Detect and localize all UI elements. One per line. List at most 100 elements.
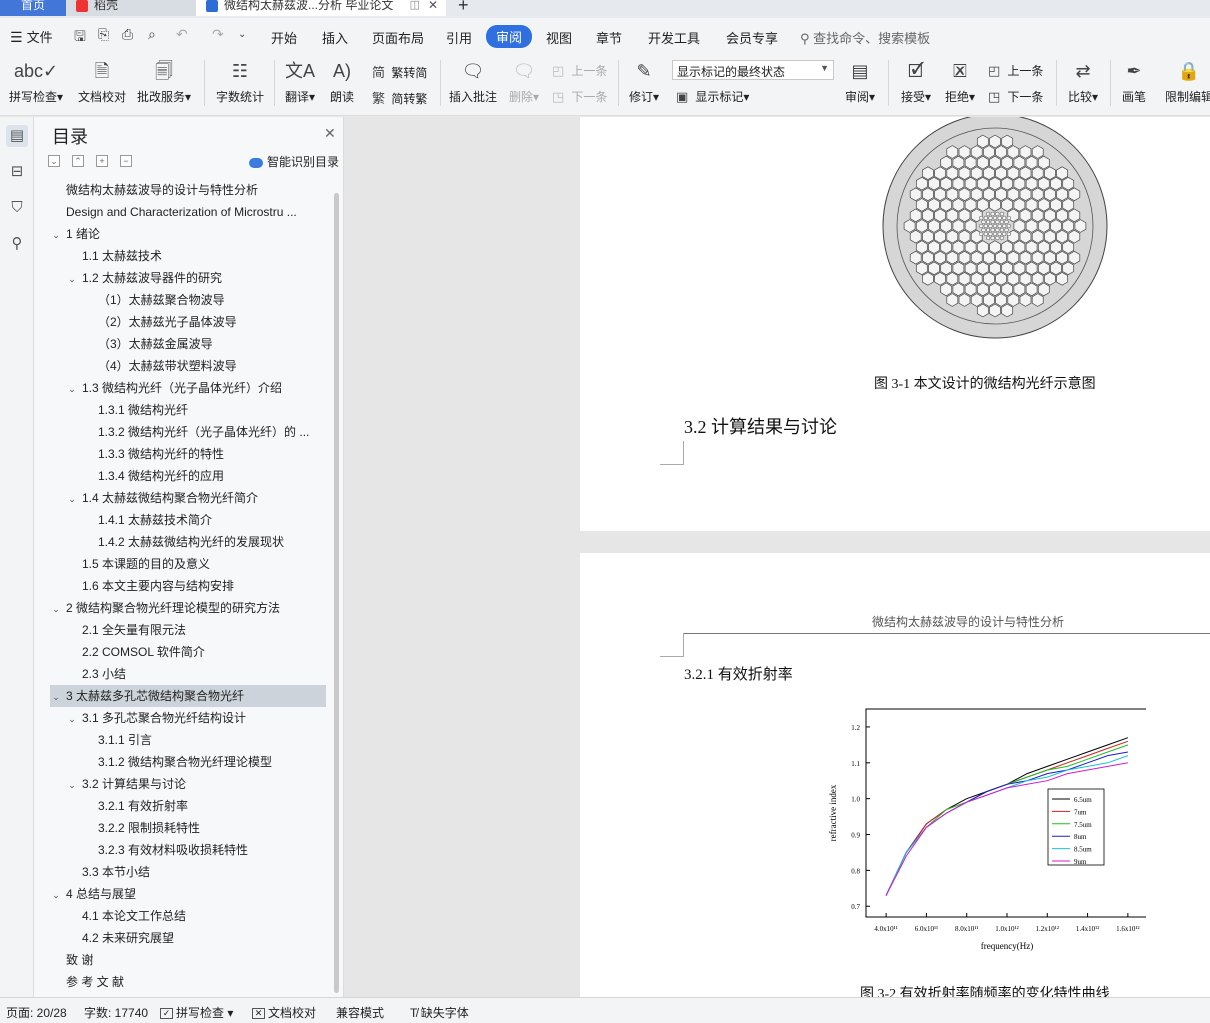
menu-view[interactable]: 视图 <box>546 28 572 47</box>
to-simplified-button[interactable]: 繁 简转繁 <box>372 88 427 107</box>
to-traditional-button[interactable]: 简 繁转简 <box>372 62 427 81</box>
redo-icon[interactable]: ↷ <box>212 26 224 43</box>
menu-references[interactable]: 引用 <box>446 28 472 47</box>
chevron-down-icon[interactable]: ⌄ <box>50 686 62 707</box>
word-count-status[interactable]: 字数: 17740 <box>84 1004 148 1021</box>
expand-level-icon[interactable]: + <box>96 155 108 167</box>
toc-item[interactable]: Design and Characterization of Microstru… <box>50 201 326 223</box>
toc-item[interactable]: 致 谢 <box>50 949 326 971</box>
tab-daoke[interactable]: 稻壳 <box>66 0 196 16</box>
toc-item[interactable]: （4）太赫兹带状塑料波导 <box>50 355 326 377</box>
pen-button[interactable]: ✒ 画笔 <box>1116 56 1152 105</box>
chevron-down-icon[interactable]: ⌄ <box>66 268 78 289</box>
toc-item[interactable]: 1.6 本文主要内容与结构安排 <box>50 575 326 597</box>
chevron-down-icon[interactable]: ⌄ <box>50 224 62 245</box>
next-change-button[interactable]: ◳ 下一条 <box>988 88 1043 105</box>
revise-button[interactable]: ✎ 修订▾ <box>624 56 664 105</box>
toc-item[interactable]: （2）太赫兹光子晶体波导 <box>50 311 326 333</box>
print-preview-icon[interactable]: ⌕ <box>148 26 156 43</box>
chevron-down-icon[interactable]: ⌄ <box>66 488 78 509</box>
collapse-all-icon[interactable]: ⌄ <box>48 155 60 167</box>
toc-item[interactable]: ⌄ 3 太赫兹多孔芯微结构聚合物光纤 <box>50 685 326 707</box>
correction-service-button[interactable]: 🗐 批改服务▾ <box>134 56 194 105</box>
menu-developer[interactable]: 开发工具 <box>648 28 700 47</box>
smart-toc-button[interactable]: 智能识别目录 <box>249 153 339 170</box>
toc-item[interactable]: 3.2.1 有效折射率 <box>50 795 326 817</box>
toc-item[interactable]: ⌄ 3.1 多孔芯聚合物光纤结构设计 <box>50 707 326 729</box>
chevron-down-icon[interactable]: ⌄ <box>50 884 62 905</box>
expand-all-icon[interactable]: ⌃ <box>72 155 84 167</box>
toc-item[interactable]: ⌄ 2 微结构聚合物光纤理论模型的研究方法 <box>50 597 326 619</box>
review-pane-button[interactable]: ▤ 审阅▾ <box>840 56 880 105</box>
show-markup-button[interactable]: ▣ 显示标记▾ <box>676 88 749 105</box>
chapter-nav-icon[interactable]: ⊟ <box>6 161 28 183</box>
doc-proof-button[interactable]: 🗎 文档校对 <box>74 56 130 105</box>
menu-review[interactable]: 审阅 <box>486 25 533 48</box>
quick-access-more-icon[interactable]: ⌄ <box>238 29 246 40</box>
translate-button[interactable]: 文A 翻译▾ <box>280 56 320 105</box>
tab-document[interactable]: 微结构太赫兹波...分析 毕业论文 ◫ ✕ <box>196 0 446 16</box>
toc-panel-icon[interactable]: ▤ <box>6 125 28 147</box>
menu-start[interactable]: 开始 <box>271 28 297 47</box>
pin-icon[interactable]: ◫ <box>410 0 420 16</box>
prev-change-button[interactable]: ◰ 上一条 <box>988 62 1043 79</box>
toc-item[interactable]: 1.3.3 微结构光纤的特性 <box>50 443 326 465</box>
toc-item[interactable]: 2.3 小结 <box>50 663 326 685</box>
chevron-down-icon[interactable]: ⌄ <box>66 378 78 399</box>
toc-item[interactable]: 2.1 全矢量有限元法 <box>50 619 326 641</box>
toc-item[interactable]: 参 考 文 献 <box>50 971 326 993</box>
page-indicator[interactable]: 页面: 20/28 <box>6 1004 67 1021</box>
compare-button[interactable]: ⇄ 比较▾ <box>1062 56 1104 105</box>
toc-item[interactable]: 3.1.2 微结构聚合物光纤理论模型 <box>50 751 326 773</box>
markup-state-select[interactable]: 显示标记的最终状态 ▼ <box>672 60 834 80</box>
tab-home[interactable]: 首页 <box>0 0 66 16</box>
undo-icon[interactable]: ↶ <box>176 26 188 43</box>
spell-check-status[interactable]: ✓ 拼写检查 ▾ <box>160 1004 233 1021</box>
toc-item[interactable]: 3.1.1 引言 <box>50 729 326 751</box>
bookmark-icon[interactable]: ⛉ <box>6 197 28 219</box>
command-search[interactable]: ⚲ 查找命令、搜索模板 <box>800 28 930 47</box>
close-icon[interactable]: ✕ <box>324 125 336 142</box>
collapse-level-icon[interactable]: − <box>120 155 132 167</box>
toc-item[interactable]: ⌄ 1.4 太赫兹微结构聚合物光纤简介 <box>50 487 326 509</box>
toc-item[interactable]: 3.3 本节小结 <box>50 861 326 883</box>
toc-item[interactable]: ⌄ 1.2 太赫兹波导器件的研究 <box>50 267 326 289</box>
toc-item[interactable]: 3.2.2 限制损耗特性 <box>50 817 326 839</box>
reject-button[interactable]: 🗷 拒绝▾ <box>940 56 980 105</box>
accept-button[interactable]: 🗹 接受▾ <box>896 56 936 105</box>
toc-item[interactable]: ⌄ 1 绪论 <box>50 223 326 245</box>
toc-item[interactable]: 4.2 未来研究展望 <box>50 927 326 949</box>
toc-item[interactable]: 1.4.1 太赫兹技术简介 <box>50 509 326 531</box>
missing-font-status[interactable]: T̸ 缺失字体 <box>410 1004 469 1021</box>
prev-comment-button[interactable]: ◰ 上一条 <box>552 62 607 79</box>
next-comment-button[interactable]: ◳ 下一条 <box>552 88 607 105</box>
toc-item[interactable]: ⌄ 3.2 计算结果与讨论 <box>50 773 326 795</box>
spell-check-button[interactable]: abc✓ 拼写检查▾ <box>6 56 66 105</box>
delete-comment-button[interactable]: 🗨 删除▾ <box>504 56 544 105</box>
toc-item[interactable]: 3.2.3 有效材料吸收损耗特性 <box>50 839 326 861</box>
file-menu[interactable]: ☰ 文件 <box>10 27 53 46</box>
print-icon[interactable]: ⎙ <box>122 26 133 43</box>
menu-page-layout[interactable]: 页面布局 <box>372 28 424 47</box>
toc-item[interactable]: 1.4.2 太赫兹微结构光纤的发展现状 <box>50 531 326 553</box>
toc-item[interactable]: ⌄ 1.3 微结构光纤（光子晶体光纤）介绍 <box>50 377 326 399</box>
menu-member[interactable]: 会员专享 <box>726 28 778 47</box>
toc-item[interactable]: 1.1 太赫兹技术 <box>50 245 326 267</box>
toc-item[interactable]: 1.5 本课题的目的及意义 <box>50 553 326 575</box>
toc-item[interactable]: 2.2 COMSOL 软件简介 <box>50 641 326 663</box>
new-tab-button[interactable]: + <box>458 0 469 16</box>
chevron-down-icon[interactable]: ⌄ <box>66 774 78 795</box>
read-aloud-button[interactable]: A) 朗读 <box>324 56 360 105</box>
chevron-down-icon[interactable]: ⌄ <box>50 598 62 619</box>
doc-proof-status[interactable]: ✕ 文档校对 <box>252 1004 316 1021</box>
toc-item[interactable]: 1.3.1 微结构光纤 <box>50 399 326 421</box>
toc-item[interactable]: 4.1 本论文工作总结 <box>50 905 326 927</box>
search-icon[interactable]: ⚲ <box>6 233 28 255</box>
toc-scrollbar[interactable] <box>334 193 339 993</box>
insert-comment-button[interactable]: 🗨 插入批注 <box>446 56 500 105</box>
toc-item[interactable]: ⌄ 4 总结与展望 <box>50 883 326 905</box>
close-tab-icon[interactable]: ✕ <box>428 0 438 16</box>
toc-item[interactable]: 微结构太赫兹波导的设计与特性分析 <box>50 179 326 201</box>
menu-chapter[interactable]: 章节 <box>596 28 622 47</box>
toc-item[interactable]: （3）太赫兹金属波导 <box>50 333 326 355</box>
